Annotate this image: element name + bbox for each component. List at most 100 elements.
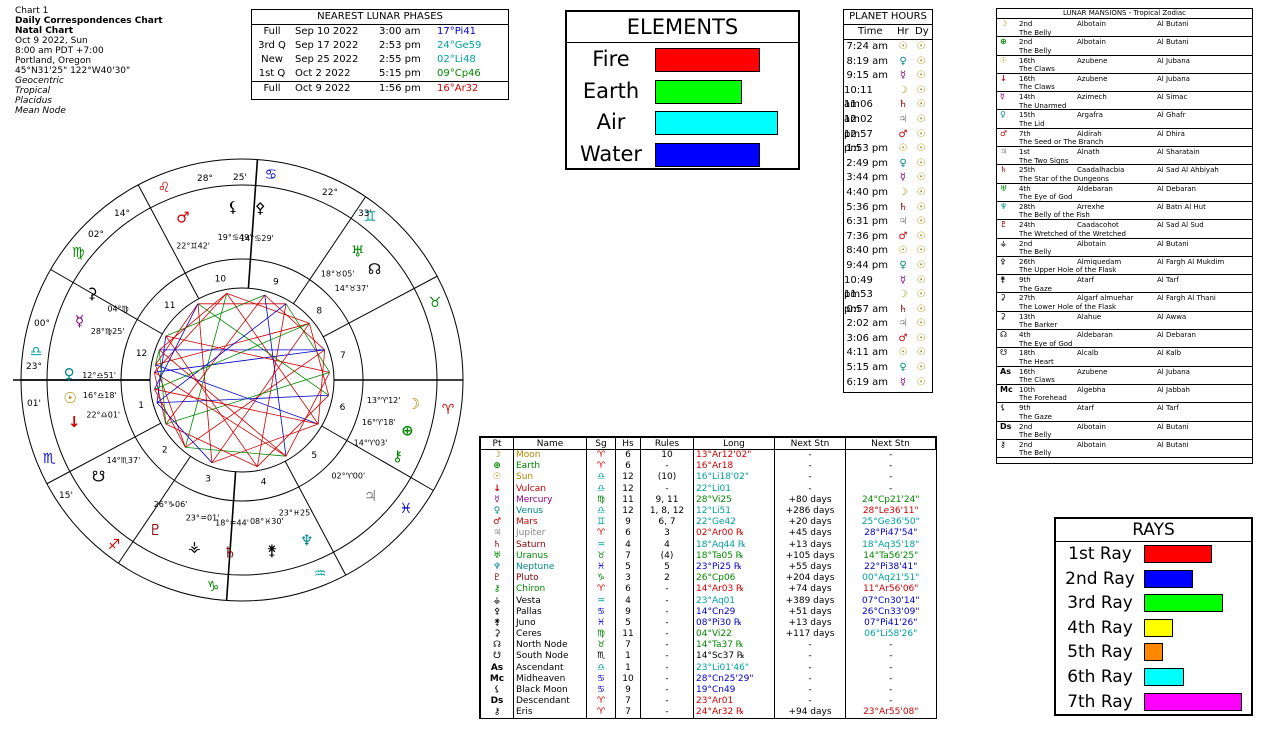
planet-table-n2: 06°Li58'26" [845, 629, 936, 641]
planet-table-n2: 11°Ar56'06" [845, 584, 936, 596]
planet-table-n2: 18°Aq35'18" [845, 539, 936, 551]
mansion-number: 16th [1019, 56, 1036, 65]
planet-table-pt: ☿ [480, 494, 514, 506]
mansion-planet-icon: Ds [1000, 421, 1012, 431]
mansion-number: 15th [1019, 111, 1036, 120]
planet-table-rules: - [640, 584, 694, 596]
planet-position-label: 22°♊42' [176, 242, 210, 251]
aspect-line [264, 294, 325, 351]
mansion-meaning: The Gaze [1019, 284, 1052, 293]
lunar-phases-panel: NEAREST LUNAR PHASES Full Sep 10 2022 3:00… [251, 9, 509, 100]
mansion-planet-icon: ⚴ [1000, 256, 1006, 266]
mansion-planet-icon: As [1000, 366, 1011, 376]
lunar-phase-date: Oct 2 2022 [295, 68, 351, 79]
planet-table-sg: ♎ [586, 472, 616, 484]
ray-label: 3rd Ray [1067, 593, 1133, 614]
mansion-name: Almiquedam [1077, 257, 1122, 266]
mansion-number: 28th [1019, 202, 1036, 211]
planet-table-hs: 7 [615, 707, 641, 719]
planet-table-name: North Node [513, 640, 587, 652]
lunar-mansions-panel: LUNAR MANSIONS - Tropical Zodiac ☽ 2nd Alb… [996, 8, 1253, 464]
planet-hour-row: 10:11 am ☽ ☉ [844, 84, 932, 111]
planet-position-label: 16°♈18' [362, 418, 396, 427]
planet-hour-time: 5:36 pm [846, 201, 888, 213]
planet-table-sg: ♈ [586, 449, 616, 462]
rays-title: RAYS [1056, 519, 1251, 542]
ray-row: 4th Ray [1056, 616, 1251, 641]
planet-table-sg: ♍ [586, 629, 616, 641]
cusp-degree-label: 33' [358, 209, 372, 219]
mansion-meaning: The Unarmed [1019, 101, 1067, 110]
planet-icon: ♂ [176, 208, 189, 226]
planet-table-n1: - [774, 684, 846, 697]
planet-table-hs: 6 [615, 461, 641, 473]
ray-label: 5th Ray [1067, 642, 1133, 663]
chart-zodiac: Tropical [15, 86, 51, 96]
mansion-number: 10th [1019, 385, 1036, 394]
mansion-number: 27th [1019, 294, 1036, 303]
planet-table-rules: - [640, 707, 694, 719]
ray-label: 6th Ray [1067, 667, 1133, 687]
mansion-number: 24th [1019, 221, 1036, 230]
planet-day-ruler-icon: ☉ [916, 259, 926, 271]
planet-table-long: 16°Li18'02" [693, 472, 775, 484]
planet-table-rules: 4 [640, 539, 694, 551]
mansion-number: 7th [1019, 129, 1031, 138]
planet-table-rules: 3 [640, 528, 694, 540]
planet-table-n1: +105 days [774, 550, 846, 562]
lunar-phase-time: 1:56 pm [376, 81, 434, 96]
planet-table-row: ☿ Mercury ♍ 11 9, 11 28°Vi25 +80 days 24°Cp21'2… [480, 494, 936, 506]
planet-table-sg: ♈ [586, 461, 616, 473]
planet-icon: ⚶ [188, 537, 201, 555]
planet-day-ruler-icon: ☉ [916, 172, 926, 184]
planet-hour-row: 8:40 pm ☉ ☉ [844, 244, 932, 259]
planet-table-rules: - [640, 629, 694, 641]
planet-hour-row: 8:19 am ♀ ☉ [844, 55, 932, 70]
lunar-phase-phase: Full [252, 81, 292, 96]
chart-info: Chart 1 Daily Correspondences Chart Nata… [15, 6, 163, 116]
planet-table-rules: - [640, 662, 694, 674]
planet-hour-ruler-icon: ♀ [899, 362, 907, 374]
house-cusp-line [50, 269, 163, 335]
mansion-meaning: The Heart [1019, 357, 1054, 366]
mansion-meaning: The Belly [1019, 431, 1052, 440]
planet-table-hs: 1 [615, 662, 641, 674]
ray-bar [1144, 569, 1194, 588]
planet-table-pt: ☋ [480, 651, 514, 663]
mansion-arabic-name: Al Sad Al Sud [1157, 221, 1204, 230]
planet-table-n1: - [774, 449, 846, 462]
mansion-planet-icon: ☽ [1000, 19, 1008, 28]
mansion-arabic-name: Al Sharatain [1157, 148, 1200, 157]
planet-table-hs: 10 [615, 673, 641, 685]
mansion-planet-icon: ⚷ [1000, 439, 1006, 449]
house-cusp-line [225, 471, 237, 601]
mansion-name: Albotain [1077, 440, 1106, 449]
planet-table-hs: 7 [615, 550, 641, 562]
element-label: Air [596, 110, 626, 134]
mansion-arabic-name: Al Debaran [1157, 331, 1196, 340]
planet-table-name: Vulcan [513, 483, 587, 495]
planet-table-n1: - [774, 472, 846, 484]
zodiac-sign-icon: ♍ [72, 245, 85, 261]
mansion-arabic-name: Al Jubana [1157, 56, 1190, 65]
planet-table-rules: 2 [640, 573, 694, 585]
aspect-line [165, 335, 330, 373]
planet-table-hs: 11 [615, 629, 641, 641]
lunar-phase-pos: 09°Cp46 [437, 68, 481, 79]
planet-position-label: 08°♓30' [250, 517, 284, 526]
planet-day-ruler-icon: ☉ [916, 274, 926, 286]
element-row: Fire [567, 43, 798, 75]
planet-table-pt: ⚶ [480, 595, 514, 607]
mansion-row: ⚳ 13th Alahue Al Awwa The Barker [997, 312, 1252, 331]
planet-hour-row: 11:06 am ♄ ☉ [844, 98, 932, 125]
planet-table-name: Venus [513, 505, 587, 518]
planet-table-long: 18°Ta05 ℞ [693, 550, 775, 562]
planet-hour-ruler-icon: ☉ [898, 347, 908, 359]
planet-table-pt: ⚵ [480, 617, 514, 629]
planet-hour-time: 1:53 pm [846, 143, 888, 155]
rays-panel: RAYS 1st Ray 2nd Ray 3rd Ray 4th Ray 5th Ray… [1054, 517, 1253, 716]
planet-table-rules: 9, 11 [640, 494, 694, 506]
planet-table-n1: +51 days [774, 606, 846, 618]
lunar-phase-row: 1st Q Oct 2 2022 5:15 pm 09°Cp46 [252, 67, 508, 82]
mansion-number: 2nd [1019, 20, 1033, 28]
